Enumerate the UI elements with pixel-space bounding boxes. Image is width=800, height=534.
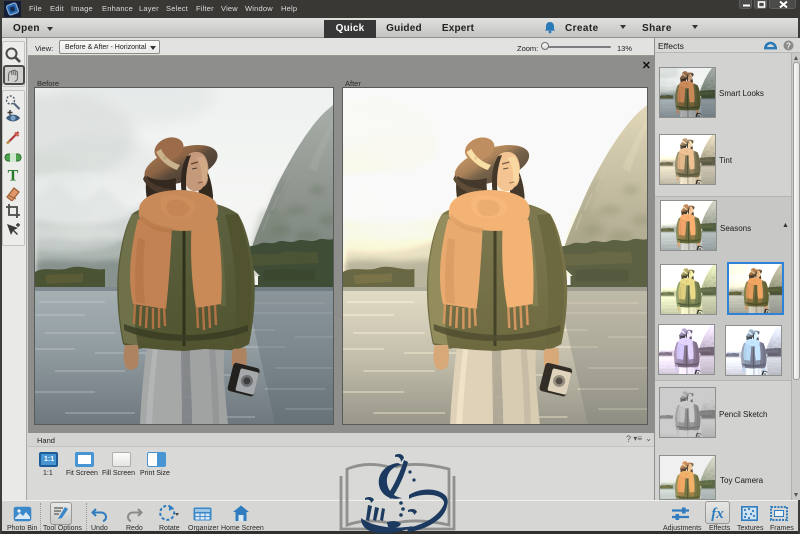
svg-text:fx: fx <box>711 506 724 522</box>
svg-text:T: T <box>8 168 19 184</box>
svg-text:?: ? <box>786 41 791 50</box>
